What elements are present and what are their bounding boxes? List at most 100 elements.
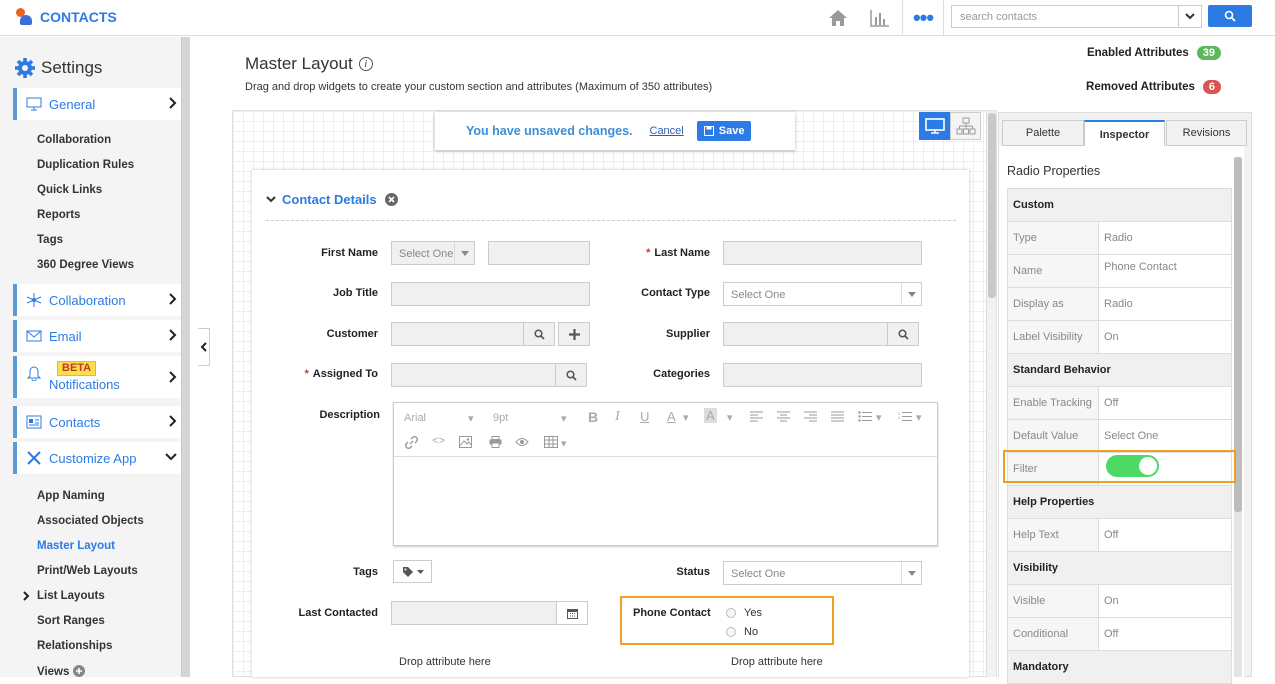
property-row[interactable]: Name Phone Contact <box>1007 254 1232 288</box>
radio-option-no[interactable]: No <box>726 626 758 638</box>
drop-zone-left[interactable]: Drop attribute here <box>399 656 491 668</box>
numbered-list-icon[interactable]: 12 <box>898 411 912 422</box>
save-button[interactable]: Save <box>696 121 752 141</box>
radio-option-yes[interactable]: Yes <box>726 607 762 619</box>
info-icon[interactable]: i <box>358 57 373 71</box>
align-left-icon[interactable] <box>750 411 763 422</box>
sidebar-item-master-layout[interactable]: Master Layout <box>37 540 115 552</box>
last-contacted-field[interactable] <box>391 601 557 625</box>
property-row[interactable]: Label Visibility On <box>1007 320 1232 354</box>
image-icon[interactable] <box>459 436 472 448</box>
contact-type-select[interactable]: Select One <box>723 282 922 306</box>
property-row[interactable]: Conditional Off <box>1007 617 1232 651</box>
nav-group-notifications[interactable]: BETA Notifications <box>13 356 181 398</box>
property-value[interactable]: Phone Contact <box>1098 254 1232 288</box>
collapse-sidebar-button[interactable] <box>198 328 210 366</box>
assigned-to-field[interactable] <box>391 363 556 387</box>
sidebar-item-tags[interactable]: Tags <box>37 234 63 246</box>
supplier-field[interactable] <box>723 322 888 346</box>
assigned-to-search-button[interactable] <box>555 363 587 387</box>
property-value[interactable]: Off <box>1098 386 1232 420</box>
link-icon[interactable] <box>405 436 418 449</box>
nav-group-general[interactable]: General <box>13 88 181 120</box>
section-header[interactable]: Contact Details <box>266 192 398 207</box>
underline-icon[interactable]: U <box>640 409 649 424</box>
preview-eye-icon[interactable] <box>515 437 529 447</box>
property-row[interactable]: Display as Radio <box>1007 287 1232 321</box>
analytics-icon[interactable] <box>866 0 894 36</box>
job-title-field[interactable] <box>391 282 590 306</box>
description-editor[interactable]: Arial ▾ 9pt ▾ B I U A ▾ A ▾ ▾ 12 ▾ <> ▾ <box>393 402 938 546</box>
filter-toggle[interactable] <box>1106 455 1159 477</box>
remove-section-icon[interactable] <box>384 193 398 206</box>
property-row[interactable]: Type Radio <box>1007 221 1232 255</box>
property-row[interactable]: Help Text Off <box>1007 518 1232 552</box>
supplier-search-button[interactable] <box>887 322 919 346</box>
chevron-down-icon[interactable] <box>266 196 276 203</box>
search-input[interactable] <box>951 5 1179 28</box>
more-menu-icon[interactable]: ••• <box>902 0 944 36</box>
align-center-icon[interactable] <box>777 411 790 422</box>
chevron-right-icon[interactable] <box>23 591 30 601</box>
align-justify-icon[interactable] <box>831 411 844 422</box>
table-icon[interactable] <box>544 436 558 448</box>
property-value[interactable]: On <box>1098 320 1232 354</box>
tab-inspector[interactable]: Inspector <box>1084 120 1165 147</box>
align-right-icon[interactable] <box>804 411 817 422</box>
status-select[interactable]: Select One <box>723 561 922 585</box>
app-brand[interactable]: CONTACTS <box>14 8 117 26</box>
tags-select[interactable] <box>393 560 432 583</box>
customer-add-button[interactable] <box>558 322 590 346</box>
sidebar-item-sort-ranges[interactable]: Sort Ranges <box>37 615 105 627</box>
cancel-link[interactable]: Cancel <box>650 125 684 137</box>
sidebar-item-associated-objects[interactable]: Associated Objects <box>37 515 144 527</box>
code-icon[interactable]: <> <box>432 436 445 448</box>
tab-revisions[interactable]: Revisions <box>1166 120 1247 146</box>
property-row[interactable]: Visible On <box>1007 584 1232 618</box>
sidebar-item-collaboration[interactable]: Collaboration <box>37 134 111 146</box>
canvas-scroll-thumb[interactable] <box>988 113 996 298</box>
property-value[interactable]: Radio <box>1098 287 1232 321</box>
tab-palette[interactable]: Palette <box>1002 120 1084 146</box>
highlight-color-icon[interactable]: A <box>704 408 717 423</box>
customer-search-button[interactable] <box>523 322 555 346</box>
sidebar-item-app-naming[interactable]: App Naming <box>37 490 105 502</box>
print-icon[interactable] <box>489 436 502 448</box>
sidebar-item-relationships[interactable]: Relationships <box>37 640 112 652</box>
first-name-field[interactable] <box>488 241 590 265</box>
drop-zone-right[interactable]: Drop attribute here <box>731 656 823 668</box>
font-color-icon[interactable]: A <box>667 409 676 424</box>
nav-group-collaboration[interactable]: Collaboration <box>13 284 181 316</box>
property-row[interactable]: Default Value Select One <box>1007 419 1232 453</box>
enabled-attributes[interactable]: Enabled Attributes 39 <box>1087 46 1221 60</box>
add-circle-icon[interactable] <box>72 665 85 677</box>
radio-button[interactable] <box>726 608 736 618</box>
sidebar-item-list-layouts[interactable]: List Layouts <box>37 590 105 602</box>
property-value[interactable]: Off <box>1098 617 1232 651</box>
property-value[interactable]: Radio <box>1098 221 1232 255</box>
sidebar-item-quick-links[interactable]: Quick Links <box>37 184 102 196</box>
hierarchy-view-button[interactable] <box>950 112 981 140</box>
font-family-select[interactable]: Arial <box>404 412 426 424</box>
sidebar-item-360-views[interactable]: 360 Degree Views <box>37 259 134 271</box>
italic-icon[interactable]: I <box>615 409 620 425</box>
font-size-select[interactable]: 9pt <box>493 412 508 424</box>
property-value[interactable]: On <box>1098 584 1232 618</box>
sidebar-item-views[interactable]: Views <box>37 665 85 677</box>
salutation-select[interactable]: Select One <box>391 241 475 265</box>
customer-field[interactable] <box>391 322 524 346</box>
property-value[interactable]: Select One <box>1098 419 1232 453</box>
calendar-button[interactable] <box>556 601 588 625</box>
last-name-field[interactable] <box>723 241 922 265</box>
sidebar-item-print-web-layouts[interactable]: Print/Web Layouts <box>37 565 138 577</box>
nav-group-email[interactable]: Email <box>13 320 181 352</box>
desktop-view-button[interactable] <box>919 112 950 140</box>
nav-group-customize-app[interactable]: Customize App <box>13 442 181 474</box>
search-button[interactable] <box>1208 5 1252 27</box>
sidebar-item-duplication-rules[interactable]: Duplication Rules <box>37 159 134 171</box>
nav-group-contacts[interactable]: Contacts <box>13 406 181 438</box>
bullet-list-icon[interactable] <box>858 411 872 422</box>
home-icon[interactable] <box>824 0 852 36</box>
sidebar-scrollbar[interactable] <box>181 37 190 677</box>
bold-icon[interactable]: B <box>588 409 598 425</box>
